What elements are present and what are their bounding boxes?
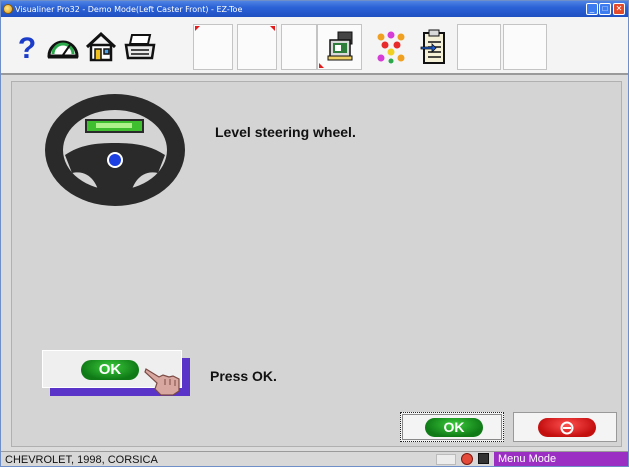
printer-icon [124,34,156,60]
specs-icon [327,31,352,61]
red-corner-marker [195,26,200,31]
red-corner-marker [319,63,324,68]
minimize-button[interactable]: _ [586,3,598,15]
help-button[interactable]: ? [14,24,40,70]
pointing-hand-icon [144,368,180,396]
blank-toolbar-button-1[interactable] [193,24,233,70]
press-ok-text: Press OK. [210,368,277,384]
gauge-button[interactable] [45,24,81,70]
toolbar: ? [1,17,628,75]
home-icon [85,31,117,62]
clipboard-button[interactable] [415,24,453,70]
cancel-pill [538,418,596,437]
specs-button[interactable] [317,24,362,70]
instruction-text: Level steering wheel. [215,124,356,140]
help-icon: ? [18,32,36,64]
print-button[interactable] [122,24,158,70]
status-panel [436,454,456,465]
blank-toolbar-button-5[interactable] [503,24,547,70]
targets-button[interactable] [371,24,411,70]
clipboard-icon [420,29,445,64]
large-ok-button[interactable]: OK [42,350,182,396]
red-corner-marker [270,26,275,31]
vehicle-info: CHEVROLET, 1998, CORSICA [5,454,158,466]
no-entry-icon [560,421,574,434]
title-bar: Visualiner Pro32 - Demo Mode(Left Caster… [1,1,628,17]
main-panel: Level steering wheel. OK Press OK. OK [11,81,622,447]
app-window: Visualiner Pro32 - Demo Mode(Left Caster… [0,0,629,467]
ok-button[interactable]: OK [400,412,504,442]
status-bar: CHEVROLET, 1998, CORSICA Menu Mode [1,451,628,466]
app-logo-icon [3,4,13,14]
ok-pill-label: OK [81,360,139,380]
ok-label: OK [425,418,483,437]
close-button[interactable]: ✕ [613,3,625,15]
mode-indicator: Menu Mode [494,452,628,466]
blank-toolbar-button-2[interactable] [237,24,277,70]
steering-wheel-image [45,94,185,206]
speedometer-icon [47,40,79,59]
window-title: Visualiner Pro32 - Demo Mode(Left Caster… [15,5,243,14]
home-button[interactable] [83,24,119,70]
blank-toolbar-button-4[interactable] [457,24,501,70]
sensor-status-icon [461,453,473,465]
blank-toolbar-button-3[interactable] [281,24,317,70]
target-dots-icon [377,31,405,64]
cancel-button[interactable] [513,412,617,442]
svg-text:?: ? [18,32,36,64]
maximize-button[interactable]: □ [599,3,611,15]
keyboard-icon [478,453,489,464]
